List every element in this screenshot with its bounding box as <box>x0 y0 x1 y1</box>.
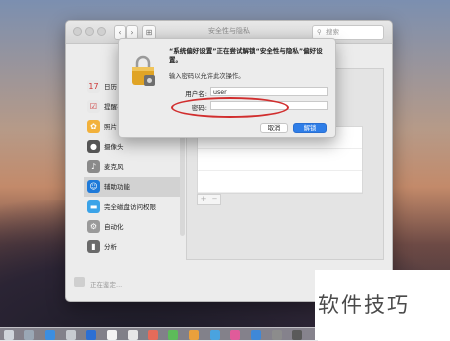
lock-status-text: 正在鉴定... <box>90 281 123 289</box>
sidebar-scrollbar[interactable] <box>180 126 185 236</box>
sidebar-item[interactable]: ● 摄像头 <box>84 137 180 157</box>
list-row[interactable] <box>198 149 362 171</box>
mail-icon[interactable] <box>66 330 76 340</box>
username-field[interactable]: user <box>210 87 328 96</box>
contacts-icon[interactable] <box>86 330 96 340</box>
sidebar-item-icon: ♪ <box>87 160 100 173</box>
sidebar-item-icon: 17 <box>87 80 100 93</box>
sidebar-item-icon: ▮ <box>87 240 100 253</box>
dialog-message: “系统偏好设置”正在尝试解锁“安全性与隐私”偏好设置。 <box>169 47 323 64</box>
reminders-icon[interactable] <box>148 330 158 340</box>
sidebar-item-icon: ☑ <box>87 100 100 113</box>
sidebar-item[interactable]: ▬ 完全磁盘访问权限 <box>84 197 180 217</box>
sidebar-item-label: 完全磁盘访问权限 <box>104 203 156 211</box>
sidebar-item-icon: ● <box>87 140 100 153</box>
itunes-icon[interactable] <box>230 330 240 340</box>
sidebar-item-icon: ☺ <box>87 180 100 193</box>
sidebar-item[interactable]: ▮ 分析 <box>84 237 180 257</box>
add-remove-control: + − <box>197 194 221 205</box>
maps-icon[interactable] <box>168 330 178 340</box>
sidebar-item-icon: ▬ <box>87 200 100 213</box>
calendar-icon[interactable] <box>107 330 117 340</box>
photos-icon[interactable] <box>189 330 199 340</box>
messages-icon[interactable] <box>210 330 220 340</box>
sidebar-item-label: 日历 <box>104 83 117 91</box>
sidebar-item-label: 自动化 <box>104 223 124 231</box>
add-button[interactable]: + <box>198 195 209 204</box>
sidebar-item[interactable]: ♪ 麦克风 <box>84 157 180 177</box>
lock-icon[interactable] <box>74 277 85 287</box>
system-preferences-icon[interactable] <box>272 330 282 340</box>
trash-icon[interactable] <box>292 330 302 340</box>
sidebar-item-label: 分析 <box>104 243 117 251</box>
list-row[interactable] <box>198 171 362 193</box>
safari-icon[interactable] <box>45 330 55 340</box>
lock-icon <box>132 55 155 86</box>
cancel-button[interactable]: 取消 <box>260 123 288 133</box>
sidebar-item-label: 摄像头 <box>104 143 124 151</box>
sidebar-item-icon: ✿ <box>87 120 100 133</box>
sidebar-item-label: 照片 <box>104 123 117 131</box>
unlock-button[interactable]: 解锁 <box>293 123 327 133</box>
sidebar-item-label: 辅助功能 <box>104 183 130 191</box>
notes-icon[interactable] <box>128 330 138 340</box>
auth-dialog: “系统偏好设置”正在尝试解锁“安全性与隐私”偏好设置。 输入密码以允许此次操作。… <box>118 38 336 138</box>
dialog-subtext: 输入密码以允许此次操作。 <box>169 73 245 80</box>
launchpad-icon[interactable] <box>24 330 34 340</box>
dock <box>0 327 318 341</box>
app-store-icon[interactable] <box>251 330 261 340</box>
sidebar-item[interactable]: ⚙ 自动化 <box>84 217 180 237</box>
remove-button[interactable]: − <box>209 195 220 204</box>
sidebar-item-icon: ⚙ <box>87 220 100 233</box>
finder-icon[interactable] <box>4 330 14 340</box>
annotation-highlight-oval <box>171 97 289 118</box>
watermark-text: 软件技巧 <box>318 293 410 317</box>
username-label: 用户名: <box>185 90 207 98</box>
sidebar-item-label: 麦克风 <box>104 163 124 171</box>
sidebar-item[interactable]: ☺ 辅助功能 <box>84 177 180 197</box>
